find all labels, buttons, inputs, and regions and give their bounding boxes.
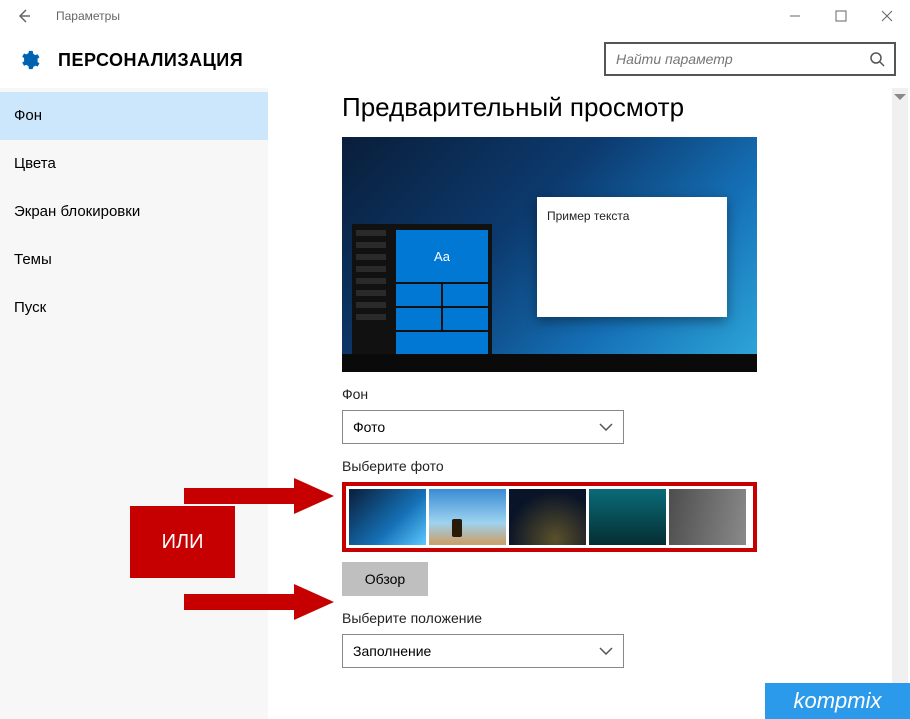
- back-button[interactable]: [0, 0, 48, 32]
- preview-tile-large: Aa: [396, 230, 488, 282]
- annotation-arrow-top: [184, 478, 334, 514]
- sidebar-item-label: Темы: [14, 251, 52, 268]
- close-icon: [881, 10, 893, 22]
- background-label: Фон: [342, 386, 910, 402]
- search-input[interactable]: [606, 51, 860, 67]
- search-icon[interactable]: [860, 44, 894, 74]
- minimize-button[interactable]: [772, 0, 818, 32]
- photo-thumb[interactable]: [509, 489, 586, 545]
- position-value: Заполнение: [353, 643, 431, 659]
- sidebar-item-label: Пуск: [14, 299, 46, 316]
- sidebar-item-label: Экран блокировки: [14, 203, 140, 220]
- position-dropdown[interactable]: Заполнение: [342, 634, 624, 668]
- background-dropdown[interactable]: Фото: [342, 410, 624, 444]
- preview-sample-text: Пример текста: [547, 209, 629, 223]
- photo-thumbnails: [342, 482, 757, 552]
- photo-thumb[interactable]: [349, 489, 426, 545]
- settings-header: ПЕРСОНАЛИЗАЦИЯ: [0, 32, 910, 88]
- preview-start-menu: Aa: [352, 224, 492, 354]
- choose-photo-label: Выберите фото: [342, 458, 910, 474]
- sidebar-item-lockscreen[interactable]: Экран блокировки: [0, 188, 268, 236]
- sidebar-item-label: Фон: [14, 107, 42, 124]
- background-value: Фото: [353, 419, 385, 435]
- sidebar-item-background[interactable]: Фон: [0, 92, 268, 140]
- watermark: kompmix: [765, 683, 910, 719]
- minimize-icon: [789, 10, 801, 22]
- photo-thumb[interactable]: [589, 489, 666, 545]
- scrollbar[interactable]: [892, 88, 908, 719]
- sidebar-item-start[interactable]: Пуск: [0, 284, 268, 332]
- gear-icon: [18, 49, 40, 71]
- arrow-left-icon: [16, 8, 32, 24]
- page-title: ПЕРСОНАЛИЗАЦИЯ: [58, 50, 243, 71]
- photo-thumb[interactable]: [669, 489, 746, 545]
- maximize-icon: [835, 10, 847, 22]
- sidebar-item-label: Цвета: [14, 155, 56, 172]
- window-title: Параметры: [56, 9, 120, 23]
- annotation-arrow-bottom: [184, 584, 334, 620]
- sidebar: Фон Цвета Экран блокировки Темы Пуск: [0, 88, 268, 719]
- sidebar-item-themes[interactable]: Темы: [0, 236, 268, 284]
- title-bar: Параметры: [0, 0, 910, 32]
- position-label: Выберите положение: [342, 610, 910, 626]
- browse-button[interactable]: Обзор: [342, 562, 428, 596]
- preview-window: Пример текста: [537, 197, 727, 317]
- close-button[interactable]: [864, 0, 910, 32]
- scrollbar-up-arrow-icon[interactable]: [894, 94, 906, 100]
- photo-thumb[interactable]: [429, 489, 506, 545]
- annotation-or-box: ИЛИ: [130, 506, 235, 578]
- search-box[interactable]: [604, 42, 896, 76]
- preview-taskbar: [342, 354, 757, 372]
- maximize-button[interactable]: [818, 0, 864, 32]
- sidebar-item-colors[interactable]: Цвета: [0, 140, 268, 188]
- preview-heading: Предварительный просмотр: [342, 92, 910, 123]
- desktop-preview: Aa Пример текста: [342, 137, 757, 372]
- chevron-down-icon: [599, 423, 613, 431]
- main-panel: Предварительный просмотр Aa Пример текст…: [268, 88, 910, 719]
- chevron-down-icon: [599, 647, 613, 655]
- window-controls: [772, 0, 910, 32]
